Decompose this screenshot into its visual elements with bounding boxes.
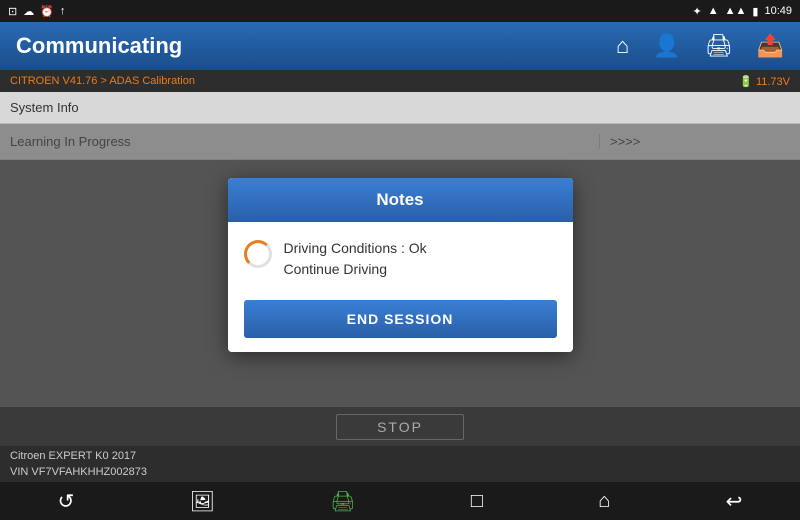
home-icon[interactable]: ⌂: [616, 33, 629, 59]
app-title: Communicating: [16, 33, 182, 59]
nav-home-icon[interactable]: ⌂: [598, 490, 610, 513]
footer-line2: VIN VF7VFAHKHHZ002873: [10, 466, 147, 478]
dialog-footer: END SESSION: [228, 292, 573, 352]
app-header: Communicating ⌂ 👤 🖨 📤: [0, 22, 800, 70]
dialog-message-line2: Continue Driving: [284, 261, 388, 277]
export-icon[interactable]: 📤: [757, 33, 784, 59]
breadcrumb-text: CITROEN V41.76 > ADAS Calibration: [10, 75, 195, 87]
dialog-body: Driving Conditions : Ok Continue Driving: [228, 222, 573, 292]
wifi-icon: ▲▲: [725, 5, 747, 17]
dialog-message: Driving Conditions : Ok Continue Driving: [284, 238, 427, 280]
breadcrumb: CITROEN V41.76 > ADAS Calibration 🔋 11.7…: [0, 70, 800, 92]
dialog-title: Notes: [376, 190, 423, 209]
end-session-button[interactable]: END SESSION: [244, 300, 557, 338]
signal-icon: ▲: [708, 5, 719, 17]
nav-refresh-icon[interactable]: ↺: [58, 489, 75, 514]
battery-icon: ▮: [752, 5, 758, 18]
nav-printer-icon[interactable]: 🖨: [330, 489, 355, 514]
status-bar: ⊡ ☁ ⏰ ↑ ✦ ▲ ▲▲ ▮ 10:49: [0, 0, 800, 22]
footer-info: Citroen EXPERT K0 2017 VIN VF7VFAHKHHZ00…: [0, 446, 800, 482]
system-info-label: System Info: [10, 100, 79, 115]
notes-dialog: Notes Driving Conditions : Ok Continue D…: [228, 178, 573, 352]
nav-back-icon[interactable]: ↩: [726, 489, 743, 514]
bottom-nav: ↺ 🖼 🖨 □ ⌂ ↩: [0, 482, 800, 520]
stop-bar: STOP: [0, 406, 800, 446]
status-icon-1: ⊡: [8, 5, 17, 18]
main-content: Learning In Progress >>>> Notes Driving …: [0, 124, 800, 406]
nav-image-icon[interactable]: 🖼: [190, 489, 215, 514]
status-bar-right: ✦ ▲ ▲▲ ▮ 10:49: [693, 5, 792, 18]
system-info-bar: System Info: [0, 92, 800, 124]
stop-button[interactable]: STOP: [336, 414, 464, 440]
status-icon-2: ☁: [23, 5, 34, 18]
nav-square-icon[interactable]: □: [471, 490, 483, 513]
user-icon[interactable]: 👤: [653, 33, 680, 59]
battery-indicator: 🔋 11.73V: [739, 75, 790, 88]
status-icon-4: ↑: [60, 5, 66, 17]
footer-line1: Citroen EXPERT K0 2017: [10, 450, 136, 462]
print-icon[interactable]: 🖨: [705, 33, 733, 59]
status-bar-left: ⊡ ☁ ⏰ ↑: [8, 5, 65, 18]
dialog-header: Notes: [228, 178, 573, 222]
dialog-message-line1: Driving Conditions : Ok: [284, 240, 427, 256]
status-icon-3: ⏰: [40, 5, 54, 18]
footer-text: Citroen EXPERT K0 2017 VIN VF7VFAHKHHZ00…: [10, 448, 147, 481]
clock: 10:49: [764, 5, 792, 17]
modal-overlay: Notes Driving Conditions : Ok Continue D…: [0, 124, 800, 406]
header-icons: ⌂ 👤 🖨 📤: [616, 33, 784, 59]
bluetooth-icon: ✦: [693, 5, 702, 18]
spinner-icon: [244, 240, 272, 268]
